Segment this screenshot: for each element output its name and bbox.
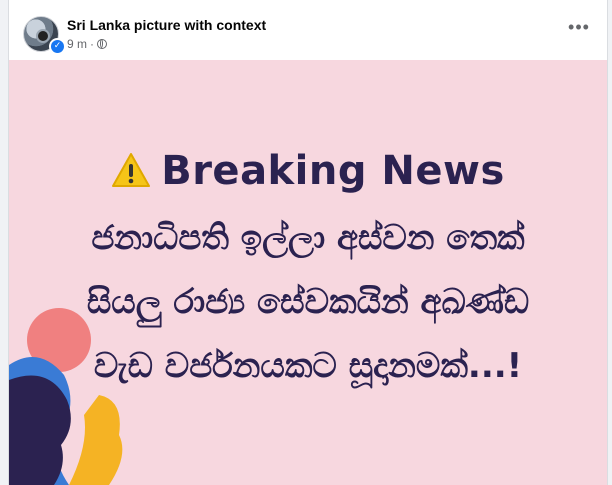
warning-icon	[112, 153, 151, 187]
image-headline: Breaking News	[9, 148, 607, 194]
headline-text: Breaking News	[161, 148, 505, 194]
post-time-link[interactable]: 9 m	[67, 37, 87, 51]
post-meta: 9 m ·	[67, 37, 108, 51]
silhouette-faces-illustration	[9, 308, 123, 485]
more-options-button[interactable]: •••	[565, 18, 593, 40]
image-text-line-1: ජනාධිපති ඉල්ලා අස්වන තෙක්	[91, 218, 525, 258]
globe-icon[interactable]	[97, 39, 108, 49]
post-card: ✓ Sri Lanka picture with context 9 m · •…	[8, 0, 608, 485]
camera-lens-icon	[36, 29, 50, 43]
post-image[interactable]: Breaking News ජනාධිපති ඉල්ලා අස්වන තෙක් …	[9, 60, 607, 485]
meta-separator: ·	[90, 37, 95, 51]
post-header: ✓ Sri Lanka picture with context 9 m · •…	[9, 0, 607, 60]
verified-badge-icon: ✓	[49, 38, 66, 55]
page-name-link[interactable]: Sri Lanka picture with context	[67, 17, 266, 33]
